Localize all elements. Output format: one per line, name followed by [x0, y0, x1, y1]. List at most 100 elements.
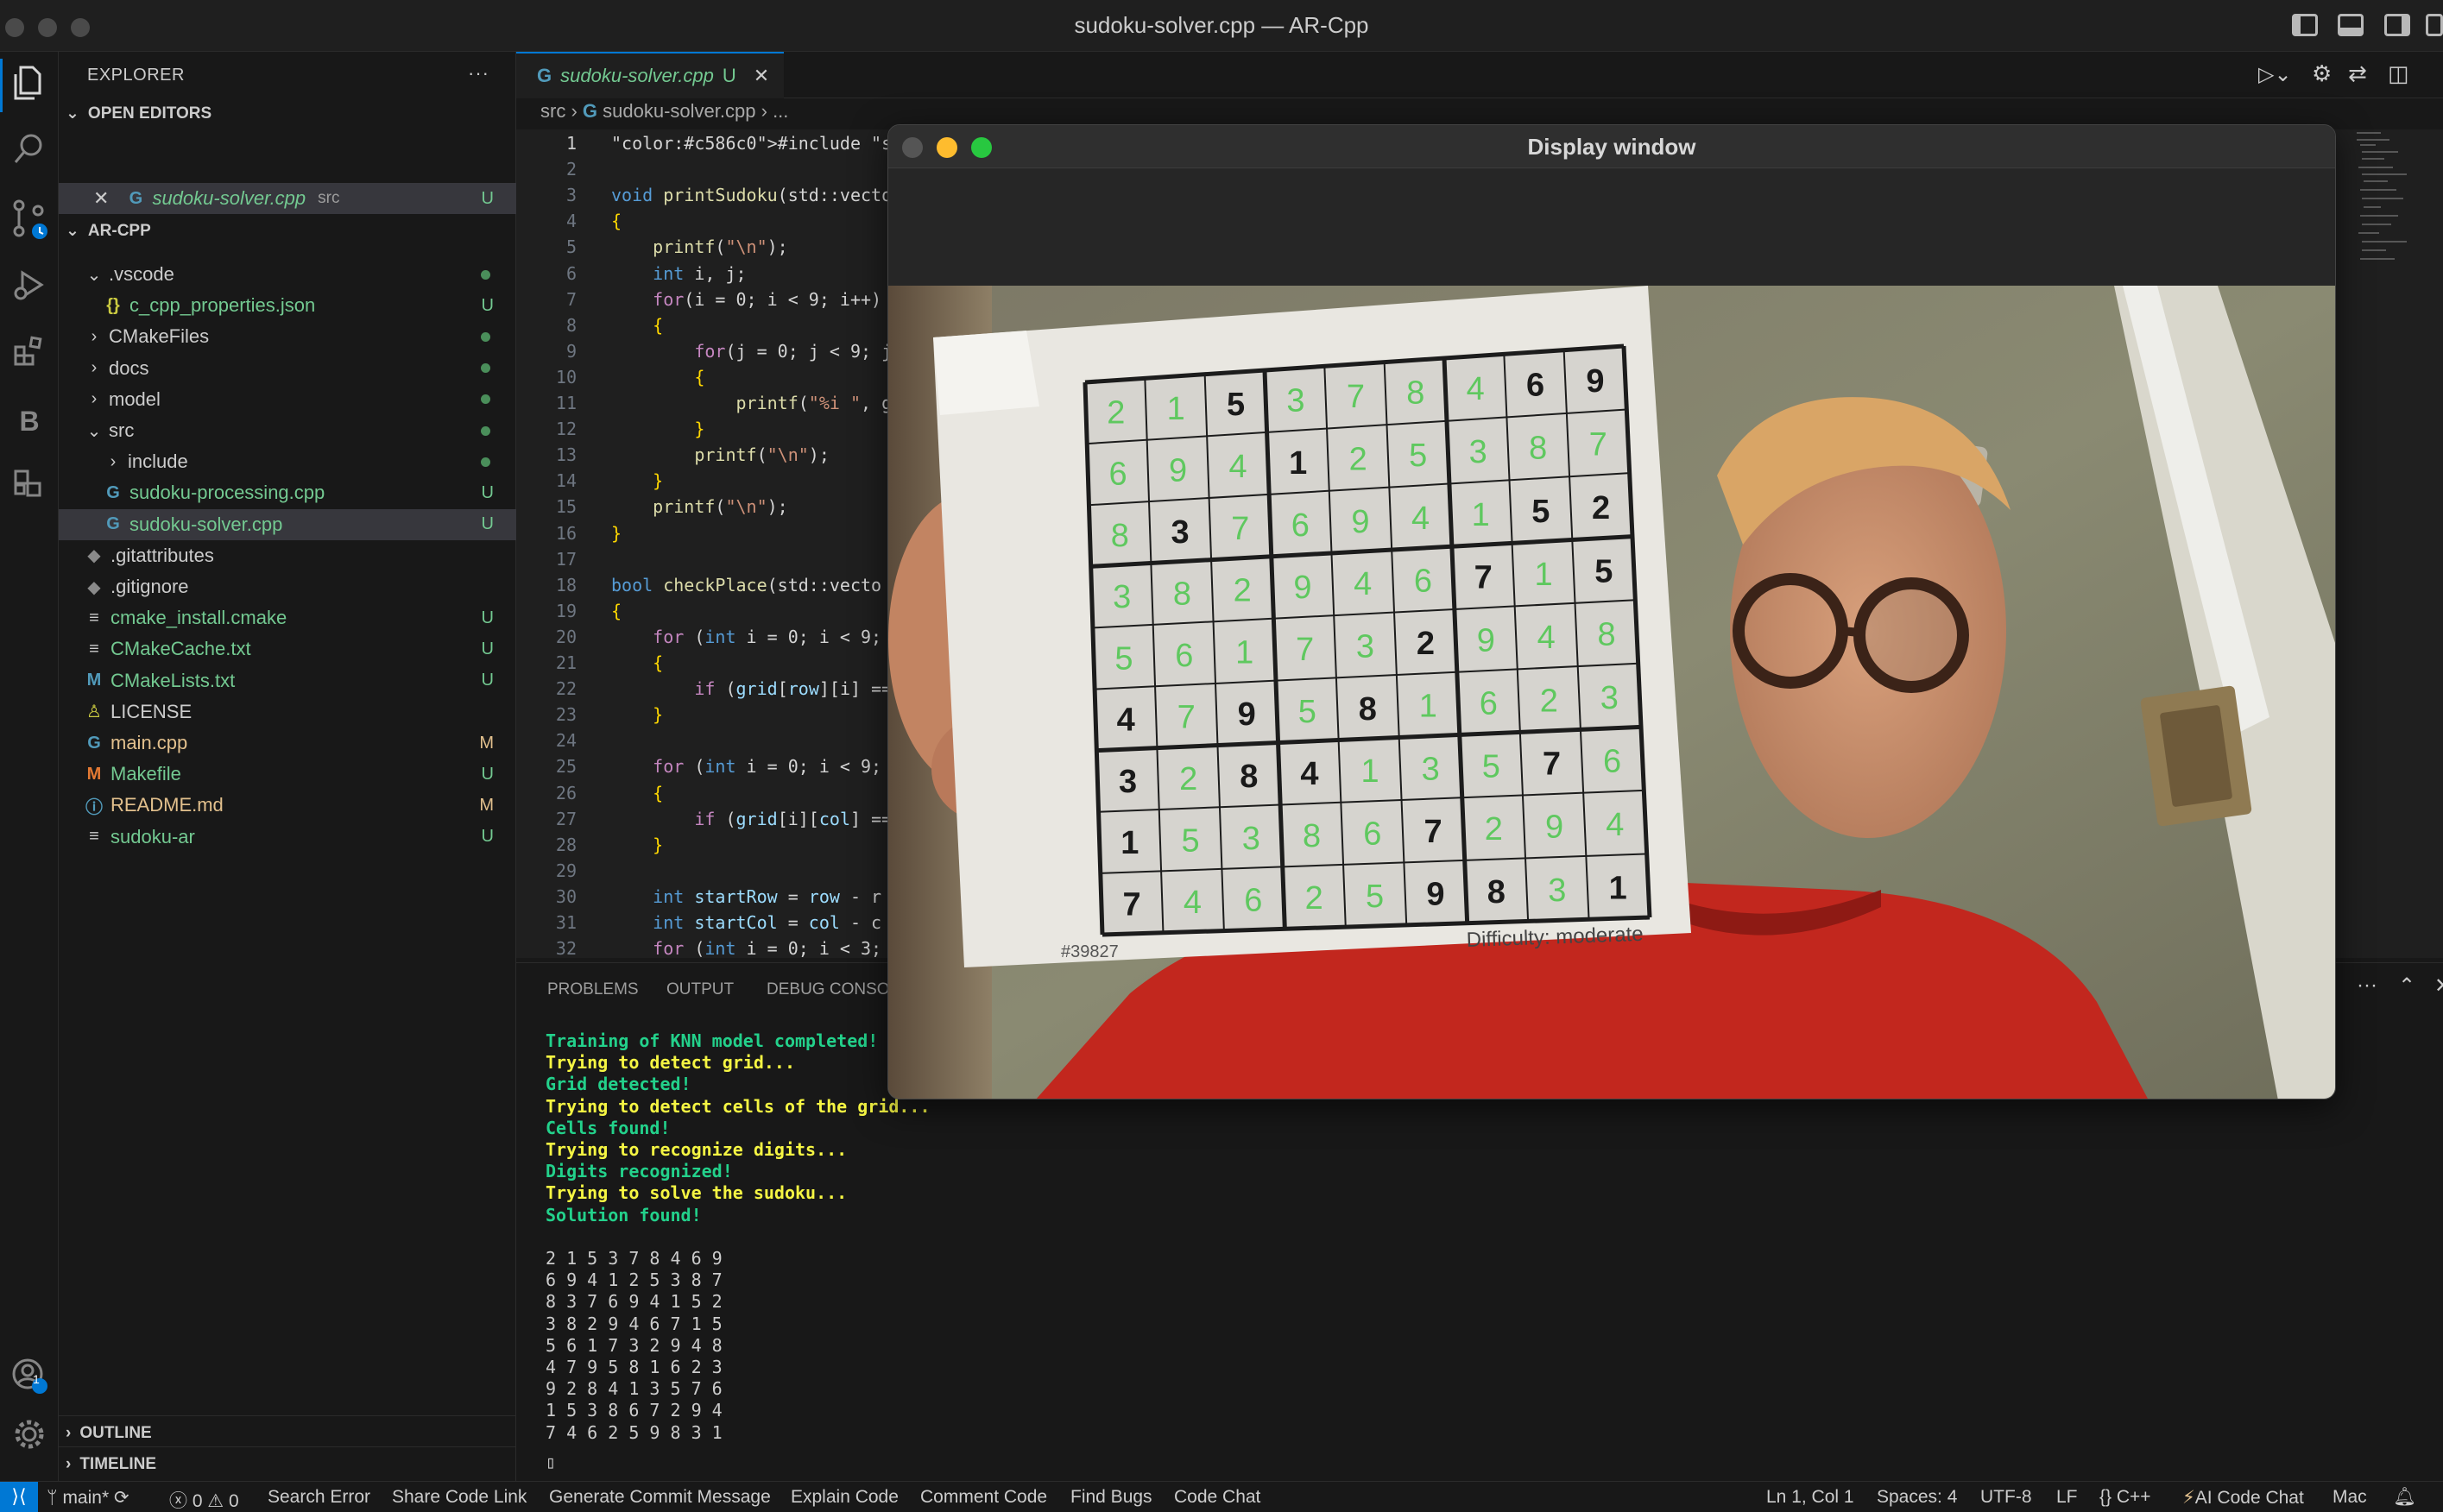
code-line[interactable]: for (int i = 0; i < 9; [611, 627, 881, 647]
tab-problems[interactable]: PROBLEMS [547, 980, 639, 999]
account-icon[interactable]: 1 [9, 1357, 50, 1398]
run-code-icon[interactable]: ▷⌄ [2258, 62, 2292, 87]
code-line[interactable]: printf("\n"); [611, 496, 788, 517]
code-line[interactable]: int i, j; [611, 263, 746, 284]
close-panel-icon[interactable]: ✕ [2434, 973, 2443, 999]
code-line[interactable]: { [611, 315, 663, 336]
explain-code-button[interactable]: Explain Code [791, 1487, 899, 1508]
tab-sudoku-solver[interactable]: G sudoku-solver.cpp U ✕ [516, 52, 784, 98]
tree-item-c-cpp-properties-json[interactable]: {} c_cpp_properties.json U [59, 290, 516, 321]
tree-item-sudoku-processing-cpp[interactable]: Gsudoku-processing.cpp U [59, 477, 516, 508]
tree-item-makefile[interactable]: M Makefile U [59, 759, 516, 790]
code-line[interactable]: int startCol = col - c [611, 912, 881, 933]
timeline-header[interactable]: › TIMELINE [66, 1455, 156, 1474]
tree-item-sudoku-solver-cpp[interactable]: Gsudoku-solver.cpp U [59, 508, 516, 540]
code-line[interactable]: int startRow = row - r [611, 886, 881, 907]
b-icon[interactable]: B [9, 400, 50, 442]
remote-explorer-icon[interactable] [9, 466, 50, 507]
tree-item-cmakelists-txt[interactable]: M CMakeLists.txt U [59, 665, 516, 696]
code-line[interactable]: } [611, 523, 622, 544]
code-line[interactable]: printf("%i ", g [611, 393, 893, 413]
code-line[interactable]: { [611, 367, 704, 387]
tree-item-main-cpp[interactable]: Gmain.cpp M [59, 728, 516, 759]
source-control-icon[interactable] [9, 198, 50, 240]
code-line[interactable]: for(j = 0; j < 9; j [611, 341, 892, 362]
code-line[interactable]: { [611, 211, 622, 231]
tree-item--vscode[interactable]: ⌄ .vscode [59, 259, 516, 290]
close-tab-icon[interactable]: ✕ [754, 65, 769, 87]
tree-item-cmake-install-cmake[interactable]: ≡ cmake_install.cmake U [59, 602, 516, 633]
problems-indicator[interactable]: ⓧ 0 ⚠ 0 [169, 1487, 239, 1512]
run-debug-icon[interactable] [9, 268, 50, 309]
project-header[interactable]: ⌄ AR-CPP [66, 221, 151, 241]
code-line[interactable]: } [611, 835, 663, 855]
search-error-button[interactable]: Search Error [268, 1487, 370, 1508]
tree-item-model[interactable]: › model [59, 384, 516, 415]
ai-code-chat-button[interactable]: ⚡AI Code Chat [2182, 1487, 2304, 1509]
code-line[interactable]: { [611, 652, 663, 673]
tree-item-readme-md[interactable]: ⓘ README.md M [59, 790, 516, 821]
cursor-position[interactable]: Ln 1, Col 1 [1766, 1487, 1854, 1508]
breadcrumb-symbol[interactable]: ... [773, 100, 788, 122]
settings-gear-icon[interactable]: ⚙ [2312, 60, 2332, 87]
files-icon[interactable] [9, 64, 50, 105]
breadcrumb-file[interactable]: sudoku-solver.cpp [603, 100, 755, 122]
tree-item--gitattributes[interactable]: ◆ .gitattributes [59, 540, 516, 571]
display-window[interactable]: Display window 2 1 5 3 7 8 4 6 9 6 9 4 1… [887, 124, 2336, 1099]
code-line[interactable]: for (int i = 0; i < 3; [611, 938, 881, 959]
minimap[interactable] [2355, 129, 2424, 268]
customize-layout-icon[interactable] [2426, 14, 2443, 36]
code-line[interactable]: } [611, 470, 663, 491]
extensions-icon[interactable] [9, 335, 50, 376]
open-editor-item[interactable]: ✕ G sudoku-solver.cpp src U [59, 183, 516, 214]
panel-more-icon[interactable]: ··· [2357, 973, 2377, 998]
toggle-primary-sidebar-icon[interactable] [2292, 14, 2318, 36]
tree-item-cmakecache-txt[interactable]: ≡ CMakeCache.txt U [59, 633, 516, 665]
outline-header[interactable]: › OUTLINE [66, 1424, 152, 1443]
share-code-link-button[interactable]: Share Code Link [392, 1487, 527, 1508]
indentation[interactable]: Spaces: 4 [1877, 1487, 1957, 1508]
end-of-line[interactable]: LF [2056, 1487, 2078, 1508]
find-bugs-button[interactable]: Find Bugs [1070, 1487, 1152, 1508]
toggle-secondary-sidebar-icon[interactable] [2384, 14, 2410, 36]
code-line[interactable]: void printSudoku(std::vecto [611, 185, 892, 205]
code-line[interactable]: { [611, 783, 663, 803]
tree-item-docs[interactable]: › docs [59, 353, 516, 384]
code-line[interactable]: for (int i = 0; i < 9; [611, 756, 881, 777]
code-line[interactable]: for(i = 0; i < 9; i++) [611, 289, 881, 310]
generate-commit-message-button[interactable]: Generate Commit Message [549, 1487, 771, 1508]
more-actions-icon[interactable]: ··· [468, 62, 489, 85]
tree-item-src[interactable]: ⌄ src [59, 415, 516, 446]
maximize-panel-icon[interactable]: ⌃ [2398, 973, 2415, 999]
code-line[interactable]: printf("\n"); [611, 236, 788, 257]
code-line[interactable]: if (grid[row][i] == [611, 678, 892, 699]
tree-item-include[interactable]: › include [59, 446, 516, 477]
tree-item-license[interactable]: ♙ LICENSE [59, 696, 516, 728]
mac-indicator[interactable]: Mac [2333, 1487, 2367, 1508]
toggle-panel-icon[interactable] [2338, 14, 2364, 36]
branch-indicator[interactable]: ᛘ main* ⟳ [47, 1487, 129, 1509]
manage-gear-icon[interactable] [9, 1417, 50, 1458]
language-mode[interactable]: {} C++ [2099, 1487, 2151, 1508]
notifications-bell-icon[interactable]: 🔔︎ [2393, 1487, 2416, 1508]
tree-item-cmakefiles[interactable]: › CMakeFiles [59, 321, 516, 352]
open-editors-header[interactable]: ⌄ OPEN EDITORS [66, 104, 211, 123]
tree-item-sudoku-ar[interactable]: ≡ sudoku-ar U [59, 822, 516, 853]
remote-indicator-icon[interactable]: ⟩⟨ [0, 1482, 38, 1512]
tab-output[interactable]: OUTPUT [666, 980, 734, 999]
tree-item--gitignore[interactable]: ◆ .gitignore [59, 571, 516, 602]
search-icon[interactable] [9, 131, 50, 173]
close-editor-icon[interactable]: ✕ [93, 187, 109, 210]
breadcrumb-folder[interactable]: src [540, 100, 565, 122]
code-line[interactable]: if (grid[i][col] == [611, 809, 892, 829]
code-line[interactable]: } [611, 419, 704, 439]
code-line[interactable]: printf("\n"); [611, 444, 830, 465]
code-chat-button[interactable]: Code Chat [1174, 1487, 1260, 1508]
encoding[interactable]: UTF-8 [1980, 1487, 2032, 1508]
compare-changes-icon[interactable]: ⇄ [2348, 60, 2367, 87]
split-editor-icon[interactable]: ◫ [2388, 60, 2409, 87]
code-line[interactable]: { [611, 601, 622, 621]
code-line[interactable]: } [611, 704, 663, 725]
code-line[interactable]: bool checkPlace(std::vecto [611, 575, 881, 595]
comment-code-button[interactable]: Comment Code [920, 1487, 1047, 1508]
